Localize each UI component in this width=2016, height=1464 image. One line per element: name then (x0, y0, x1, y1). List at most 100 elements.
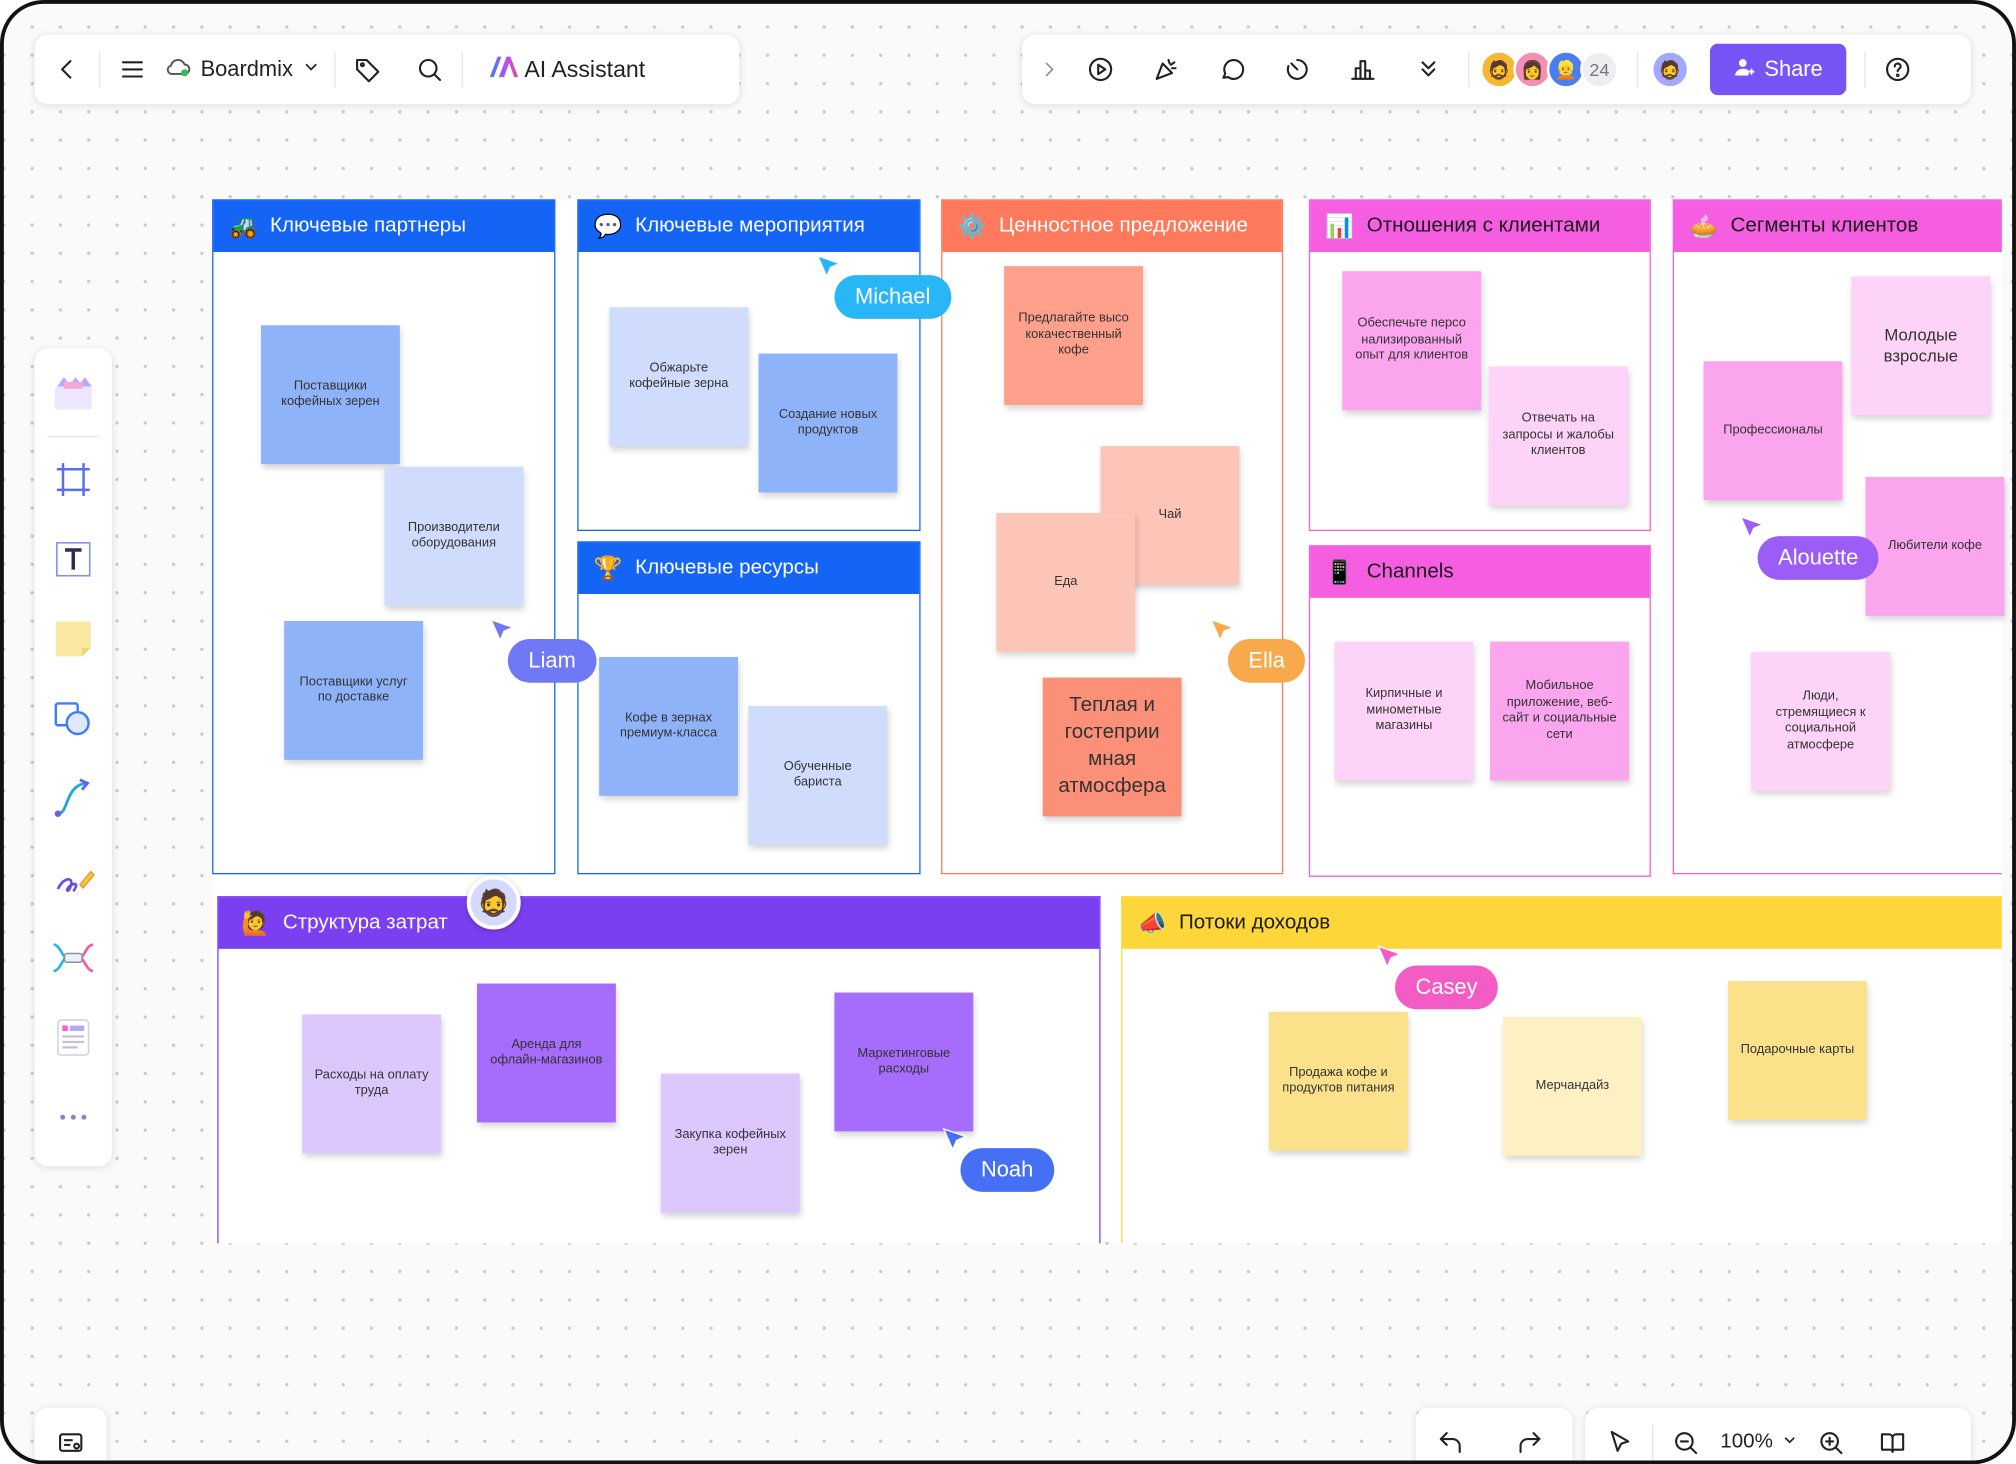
cursor-label: Casey (1394, 965, 1499, 1010)
undo-icon[interactable] (1428, 1421, 1472, 1461)
book-icon[interactable] (1871, 1421, 1915, 1461)
section-header: 🚜 Ключевые партнеры (213, 200, 555, 252)
search-icon[interactable] (407, 48, 451, 92)
sticky-note[interactable]: Обжарьте кофейные зерна (609, 307, 749, 447)
sticky-note[interactable]: Расходы на оплату труда (302, 1014, 441, 1154)
menu-icon[interactable] (111, 48, 155, 92)
board-name-dropdown[interactable]: Boardmix (165, 52, 322, 87)
divider (1636, 51, 1638, 88)
sticky-note[interactable]: Любители кофе (1865, 476, 2005, 616)
divider (98, 51, 101, 88)
divider (1468, 51, 1470, 88)
section-title: Ключевые ресурсы (635, 556, 819, 579)
collaborator-avatar[interactable]: 🧔 (466, 875, 521, 930)
share-button[interactable]: Share (1709, 43, 1847, 96)
sticky-note[interactable]: Обеспечьте персо нализированный опыт для… (1342, 271, 1482, 411)
sticky-note[interactable]: Профессионалы (1703, 361, 1843, 501)
sticky-note[interactable]: Маркетинговые расходы (834, 992, 974, 1132)
frame-icon[interactable] (42, 449, 104, 511)
section-header: 🥧 Сегменты клиентов (1673, 200, 2002, 252)
cursor-pointer-icon (489, 618, 515, 642)
chat-bubble-icon: 💬 (593, 212, 623, 239)
cursor-label: Alouette (1757, 536, 1879, 580)
cursor-pointer-icon (1739, 515, 1765, 540)
timer-icon[interactable] (1275, 48, 1319, 92)
minimap-icon[interactable] (49, 1421, 93, 1461)
sticky-note[interactable]: Мобильное приложение, веб-сайт и социаль… (1490, 641, 1629, 781)
section-title: Структура затрат (282, 911, 448, 934)
chevron-down-icon (1781, 1430, 1799, 1454)
sticky-note[interactable]: Закупка кофейных зерен (660, 1073, 800, 1213)
back-icon[interactable] (45, 48, 89, 92)
cursor-pointer-icon (1209, 618, 1235, 642)
megaphone-icon: 📣 (1137, 909, 1167, 936)
double-chevron-down-icon[interactable] (1407, 48, 1451, 92)
tractor-icon: 🚜 (228, 212, 258, 239)
sticky-note[interactable]: Предлагайте высо кокачественный кофе (1004, 266, 1143, 405)
sticky-note[interactable]: Отвечать на запросы и жалобы клиентов (1488, 366, 1628, 506)
sticky-note[interactable]: Продажа кофе и продуктов питания (1268, 1011, 1408, 1151)
sticky-note[interactable]: Теплая и гостеприи мная атмосфера (1042, 677, 1182, 817)
add-user-icon (1734, 55, 1757, 85)
celebrate-icon[interactable] (1144, 48, 1188, 92)
sticky-note-icon[interactable] (42, 608, 104, 670)
zoom-out-icon[interactable] (1664, 1421, 1708, 1461)
divider (1864, 51, 1866, 88)
tag-icon[interactable] (346, 48, 390, 92)
vote-icon[interactable] (1341, 48, 1385, 92)
sticky-note[interactable]: Мерчандайз (1502, 1016, 1642, 1156)
collaborator-avatars[interactable]: 🧔 👩 👱 24 (1479, 50, 1619, 89)
sticky-note[interactable]: Аренда для офлайн-магазинов (476, 983, 616, 1123)
section-header: 📱 Channels (1310, 546, 1650, 598)
top-left-toolbar: Boardmix AI Assistant (34, 34, 740, 105)
cursor-pointer-icon (1377, 945, 1402, 969)
pen-icon[interactable] (42, 847, 104, 909)
user-icon: 🙋 (241, 909, 271, 936)
divider (334, 51, 336, 88)
section-title: Отношения с клиентами (1366, 214, 1601, 237)
play-icon[interactable] (1079, 48, 1123, 92)
comment-icon[interactable] (1210, 48, 1254, 92)
sticky-note[interactable]: Создание новых продуктов (758, 353, 898, 493)
zoom-in-icon[interactable] (1809, 1421, 1853, 1461)
collaborator-count: 24 (1580, 50, 1619, 89)
sticky-note[interactable]: Кофе в зернах премиум-класса (599, 656, 738, 796)
sticky-note[interactable]: Производители оборудования (384, 466, 524, 606)
shape-icon[interactable] (42, 688, 104, 750)
sticky-note[interactable]: Молодые взрослые (1851, 276, 1991, 416)
share-label: Share (1764, 56, 1823, 81)
section-title: Ценностное предложение (998, 214, 1248, 237)
canvas[interactable]: Boardmix AI Assistant 🧔 👩 👱 24 🧔 Share 🚜… (0, 0, 2016, 1464)
text-icon[interactable] (42, 528, 104, 590)
section-header: ⚙️ Ценностное предложение (942, 200, 1282, 252)
cursor-label: Noah (960, 1148, 1054, 1192)
templates-icon[interactable] (42, 363, 104, 425)
sticky-note[interactable]: Обученные бариста (748, 705, 888, 845)
sticky-note[interactable]: Подарочные карты (1727, 980, 1867, 1120)
sticky-note[interactable]: Еда (996, 512, 1136, 652)
sticky-note[interactable]: Кирпичные и минометные магазины (1334, 641, 1474, 781)
user-avatar[interactable]: 🧔 (1650, 50, 1690, 89)
cursor-label: Michael (834, 275, 951, 319)
table-icon[interactable] (42, 1007, 104, 1069)
zoom-level-dropdown[interactable]: 100% (1720, 1430, 1798, 1454)
cloud-icon (165, 52, 193, 87)
connector-icon[interactable] (42, 768, 104, 830)
pie-chart-icon: 🥧 (1689, 212, 1718, 239)
help-icon[interactable] (1876, 48, 1920, 92)
section-title: Channels (1366, 560, 1454, 583)
zoom-bar: 100% (1585, 1407, 1971, 1461)
ai-assistant-label: AI Assistant (524, 55, 646, 82)
section-header: 📣 Потоки доходов (1122, 897, 2002, 949)
select-cursor-icon[interactable] (1598, 1421, 1642, 1461)
ai-assistant-button[interactable]: AI Assistant (486, 53, 645, 85)
sticky-note[interactable]: Поставщики кофейных зерен (260, 325, 400, 465)
sticky-note[interactable]: Поставщики услуг по доставке (284, 620, 423, 760)
chevron-down-icon (301, 56, 322, 83)
more-icon[interactable] (42, 1086, 104, 1148)
mindmap-icon[interactable] (42, 927, 104, 989)
redo-icon[interactable] (1508, 1421, 1552, 1461)
sticky-note[interactable]: Люди, стремящиеся к социальной атмосфере (1751, 651, 1890, 791)
zoom-level: 100% (1720, 1430, 1773, 1453)
chevron-right-icon[interactable] (1035, 48, 1063, 92)
